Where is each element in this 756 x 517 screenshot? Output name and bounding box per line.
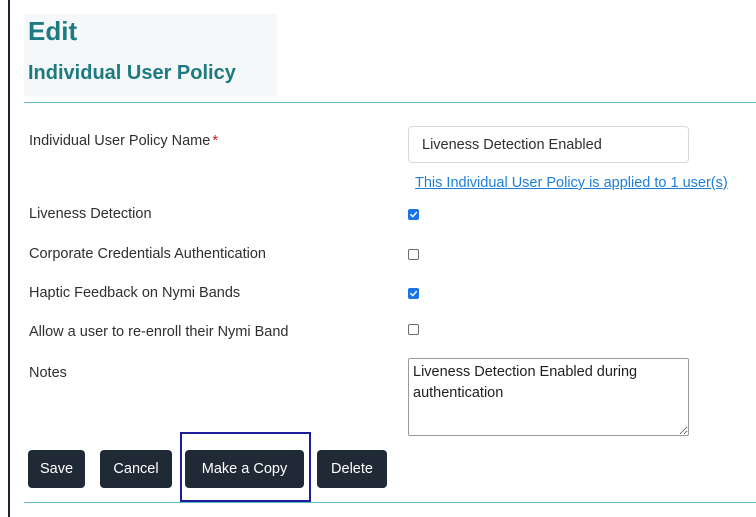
- page-subtitle: Individual User Policy: [28, 62, 236, 84]
- policy-name-label: Individual User Policy Name *: [29, 131, 218, 151]
- haptic-feedback-checkbox[interactable]: [408, 288, 419, 299]
- save-button[interactable]: Save: [28, 450, 85, 488]
- checkmark-icon: [410, 211, 418, 218]
- corporate-credentials-checkbox[interactable]: [408, 249, 419, 260]
- applied-users-link[interactable]: This Individual User Policy is applied t…: [415, 175, 728, 191]
- delete-button[interactable]: Delete: [317, 450, 387, 488]
- liveness-detection-checkbox[interactable]: [408, 209, 419, 220]
- liveness-detection-label: Liveness Detection: [29, 206, 152, 222]
- checkmark-icon: [410, 290, 418, 297]
- required-marker: *: [212, 133, 218, 149]
- section-divider-top: [24, 102, 756, 103]
- make-copy-button[interactable]: Make a Copy: [185, 450, 304, 488]
- policy-name-input[interactable]: [408, 126, 689, 163]
- notes-textarea[interactable]: Liveness Detection Enabled during authen…: [408, 358, 689, 436]
- cancel-button[interactable]: Cancel: [100, 450, 172, 488]
- haptic-feedback-label: Haptic Feedback on Nymi Bands: [29, 285, 241, 301]
- window-left-border: [8, 0, 10, 517]
- section-divider-bottom: [24, 502, 756, 503]
- policy-name-label-text: Individual User Policy Name: [29, 133, 211, 149]
- corporate-credentials-label: Corporate Credentials Authentication: [29, 246, 266, 262]
- notes-label: Notes: [29, 365, 67, 381]
- re-enroll-checkbox[interactable]: [408, 324, 419, 335]
- re-enroll-label: Allow a user to re-enroll their Nymi Ban…: [29, 324, 289, 340]
- page-title: Edit: [28, 16, 78, 46]
